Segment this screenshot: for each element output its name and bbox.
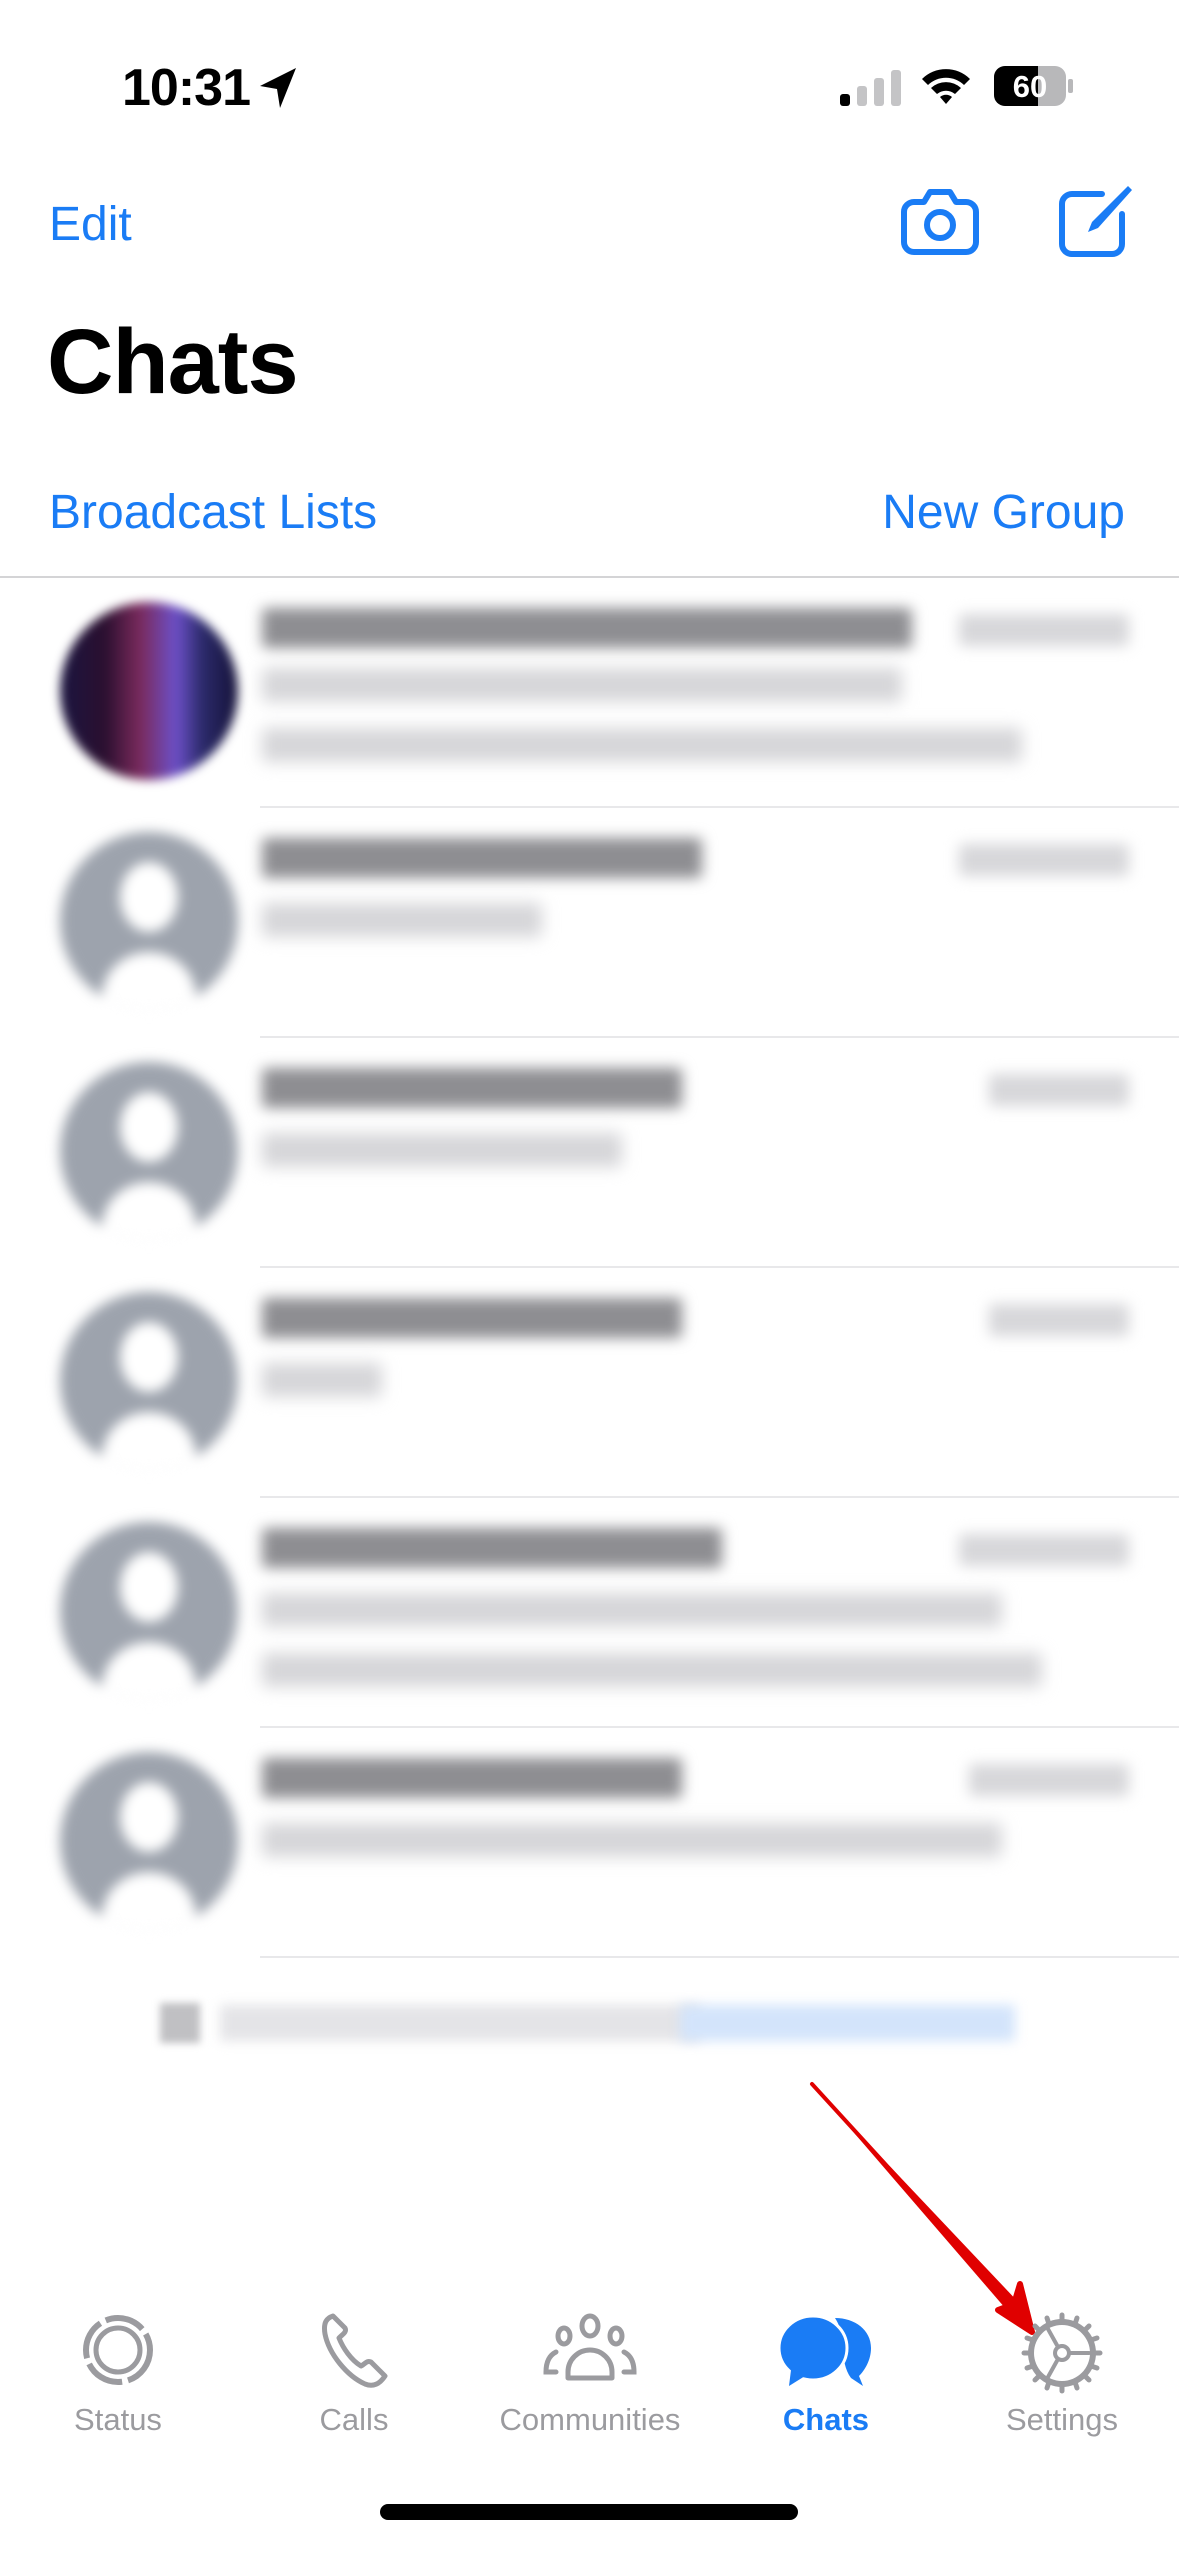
tab-label: Settings <box>1005 2402 1118 2437</box>
chat-timestamp: [redacted] <box>989 1304 1129 1336</box>
chat-row[interactable]: [redacted] [redacted] <box>0 808 1179 1038</box>
chat-name: [redacted] <box>262 1758 682 1798</box>
tab-bar: Status Calls Communities Chats Settings <box>0 2290 1179 2460</box>
chat-row[interactable]: [redacted] [redacted] <box>0 1268 1179 1498</box>
chat-preview <box>262 668 902 702</box>
chat-row[interactable]: [redacted] [redacted] <box>0 578 1179 808</box>
avatar[interactable] <box>60 1752 238 1930</box>
compose-icon[interactable] <box>1058 182 1136 258</box>
chat-row[interactable]: [redacted] [redacted] <box>0 1498 1179 1728</box>
tab-label: Calls <box>319 2402 389 2437</box>
chat-preview <box>262 1133 622 1167</box>
status-time: 10:31 <box>122 59 251 117</box>
chat-row[interactable]: [redacted] [redacted] <box>0 1038 1179 1268</box>
home-indicator[interactable] <box>380 2504 798 2520</box>
avatar[interactable] <box>60 602 238 780</box>
encryption-notice-text: [redacted] <box>220 2005 700 2041</box>
chat-timestamp: [redacted] <box>959 614 1129 646</box>
tab-chats[interactable]: Chats <box>708 2290 944 2460</box>
chat-preview <box>262 728 1022 762</box>
tab-settings[interactable]: Settings <box>944 2290 1179 2460</box>
avatar[interactable] <box>60 1062 238 1240</box>
chat-name: [redacted] <box>262 608 912 648</box>
chat-bubbles-icon <box>777 2314 871 2386</box>
chat-timestamp: [redacted] <box>989 1074 1129 1106</box>
chat-preview <box>262 1593 1002 1627</box>
gear-icon <box>1021 2312 1103 2394</box>
chat-preview <box>262 903 542 937</box>
location-arrow-icon <box>260 68 296 108</box>
avatar[interactable] <box>60 1292 238 1470</box>
chat-name: [redacted] <box>262 1298 682 1338</box>
chat-preview <box>262 1823 1002 1857</box>
tab-calls[interactable]: Calls <box>236 2290 472 2460</box>
wifi-icon <box>922 69 970 104</box>
row-separator <box>260 1956 1179 1958</box>
communities-icon <box>543 2313 637 2381</box>
chat-list: [redacted] [redacted] [redacted] [redact… <box>0 578 1179 1958</box>
phone-icon <box>322 2313 388 2388</box>
page-title: Chats <box>47 311 299 413</box>
new-group-button[interactable]: New Group <box>882 485 1125 540</box>
camera-icon[interactable] <box>900 186 980 256</box>
tab-label: Chats <box>782 2402 870 2437</box>
status-icon <box>83 2315 153 2385</box>
chat-name: [redacted] <box>262 1068 682 1108</box>
avatar[interactable] <box>60 1522 238 1700</box>
tab-communities[interactable]: Communities <box>472 2290 708 2460</box>
tab-status[interactable]: Status <box>0 2290 236 2460</box>
broadcast-lists-button[interactable]: Broadcast Lists <box>49 485 377 540</box>
chat-name: [redacted] <box>262 838 702 878</box>
encryption-notice[interactable]: [redacted] <box>160 2003 1015 2043</box>
chat-preview <box>262 1653 1042 1687</box>
tab-label: Status <box>74 2402 162 2437</box>
chat-preview <box>262 1363 382 1397</box>
tab-label: Communities <box>499 2402 681 2437</box>
encryption-notice-link[interactable] <box>680 2005 1015 2041</box>
chat-timestamp: [redacted] <box>959 1534 1129 1566</box>
battery-percent: 60 <box>1012 69 1048 104</box>
lock-icon <box>160 2003 200 2043</box>
chat-row[interactable]: [redacted] [redacted] <box>0 1728 1179 1958</box>
chat-timestamp: [redacted] <box>969 1764 1129 1796</box>
avatar[interactable] <box>60 832 238 1010</box>
cellular-signal-icon <box>840 70 901 106</box>
edit-button[interactable]: Edit <box>49 197 132 252</box>
chat-name: [redacted] <box>262 1528 722 1568</box>
battery-indicator: 60 <box>994 66 1074 106</box>
chat-timestamp: [redacted] <box>959 844 1129 876</box>
